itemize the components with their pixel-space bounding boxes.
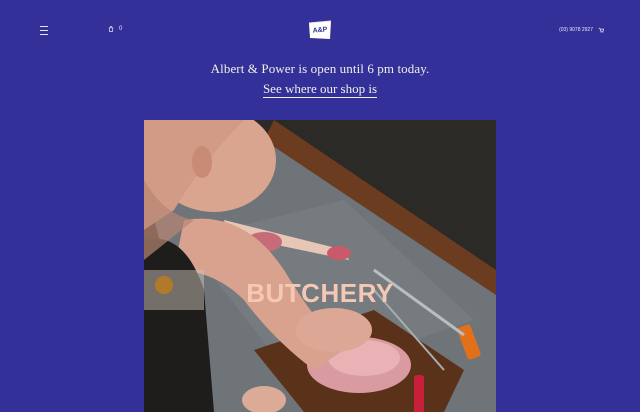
shop-location-link-wrap: See where our shop is [0, 81, 640, 98]
shop-location-link[interactable]: See where our shop is [262, 81, 378, 98]
phone-number-group: (03) 9078 2927 [559, 27, 604, 33]
phone-number[interactable]: (03) 9078 2927 [559, 27, 593, 33]
site-header: 0 A&P (03) 9078 2927 [0, 0, 640, 60]
cart-icon[interactable] [598, 27, 604, 33]
butcher-photo [144, 120, 496, 412]
logo[interactable]: A&P [307, 19, 333, 41]
bag-button[interactable]: 0 [108, 26, 122, 32]
logo-text: A&P [312, 25, 328, 35]
hero-butchery-image[interactable]: BUTCHERY [144, 120, 496, 412]
hero-title: BUTCHERY [246, 278, 394, 308]
hamburger-icon[interactable] [40, 26, 48, 35]
opening-hours-notice: Albert & Power is open until 6 pm today. [210, 61, 430, 76]
bag-count: 0 [119, 26, 123, 32]
bag-icon [108, 26, 114, 32]
